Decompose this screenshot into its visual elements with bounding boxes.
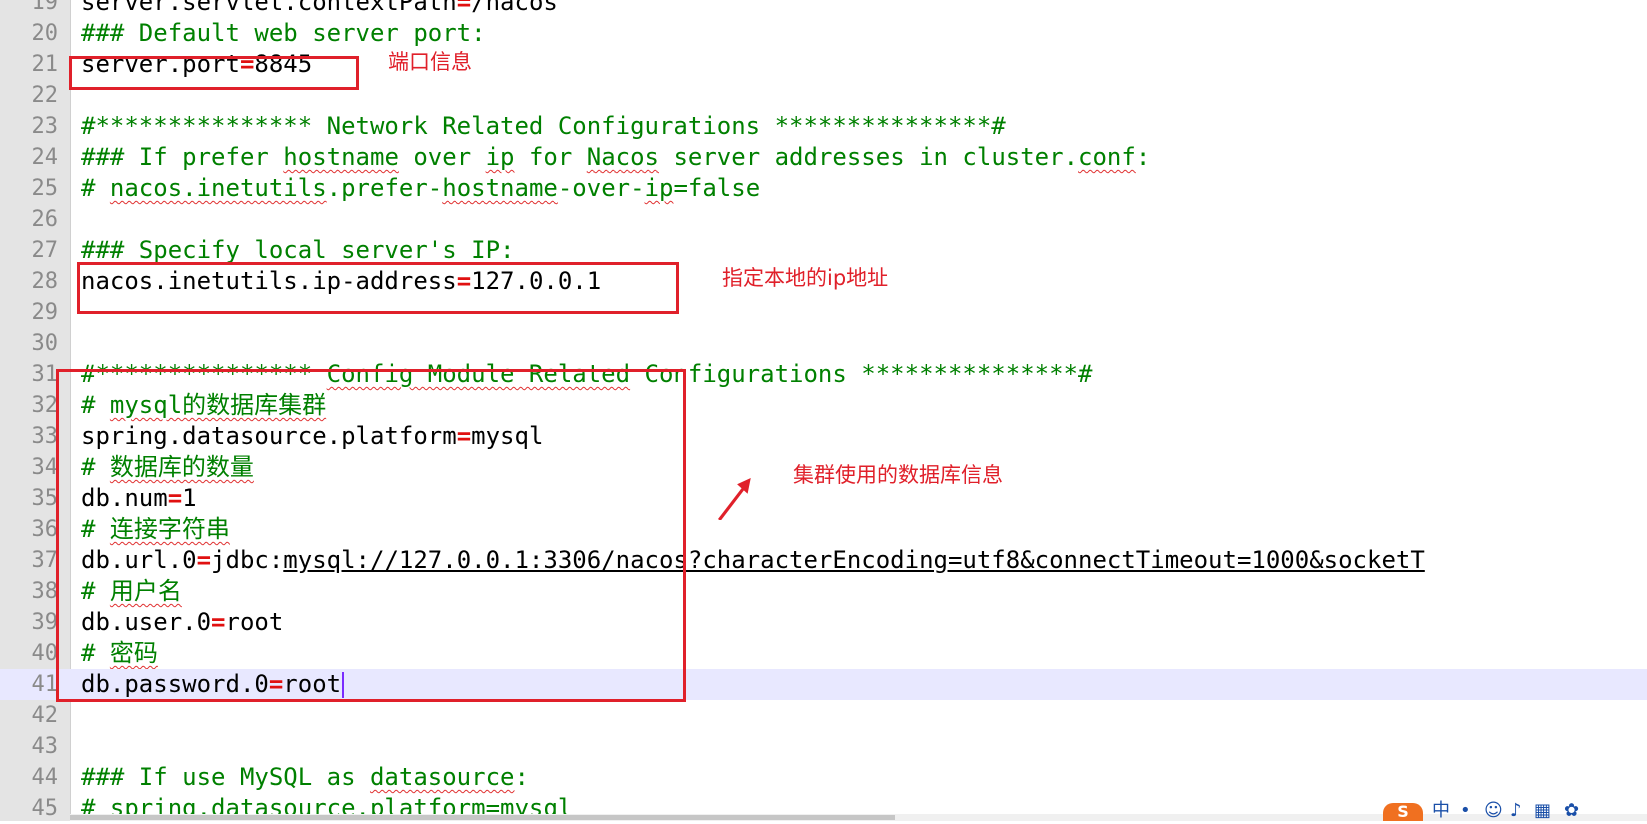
code-line[interactable]: 25 # nacos.inetutils.prefer-hostname-over… — [0, 173, 1647, 204]
line-text: # nacos.inetutils.prefer-hostname-over-i… — [81, 173, 760, 204]
code-token: : — [514, 763, 529, 791]
datasource-highlight-box — [56, 369, 686, 702]
code-token: for — [514, 143, 587, 171]
code-line[interactable]: 30 — [0, 328, 1647, 359]
line-number: 28 — [31, 269, 59, 294]
line-number: 24 — [31, 145, 59, 170]
code-line[interactable]: 44 ### If use MySQL as datasource: — [0, 762, 1647, 793]
line-number: 42 — [31, 703, 59, 728]
code-token: ### Default web server port: — [81, 19, 486, 47]
code-token: # — [81, 174, 110, 202]
code-line[interactable]: 43 — [0, 731, 1647, 762]
line-number: 41 — [31, 672, 59, 697]
line-number: 36 — [31, 517, 59, 542]
cluster-db-note: 集群使用的数据库信息 — [793, 463, 1003, 487]
code-token: hostname — [283, 143, 399, 171]
code-line[interactable]: 23 #*************** Network Related Confi… — [0, 111, 1647, 142]
ip-highlight-box — [77, 262, 679, 314]
line-number: 37 — [31, 548, 59, 573]
code-line[interactable]: 20 ### Default web server port: — [0, 18, 1647, 49]
line-number: 34 — [31, 455, 59, 480]
code-token: ### If prefer — [81, 143, 284, 171]
code-token: server.servlet.contextPath — [81, 0, 457, 16]
annotation-arrow — [717, 478, 751, 520]
line-number: 31 — [31, 362, 59, 387]
line-number: 22 — [31, 83, 59, 108]
line-number: 20 — [31, 21, 59, 46]
arrow-shaft — [717, 483, 748, 520]
code-token: server addresses in cluster. — [659, 143, 1079, 171]
line-number: 39 — [31, 610, 59, 635]
line-number: 43 — [31, 734, 59, 759]
code-token: ip — [644, 174, 674, 202]
code-token: hostname — [442, 174, 558, 202]
code-token: datasource — [369, 763, 515, 791]
ime-toolbar[interactable]: S 中 • ☺ ♪ ▦ ✿ — [1380, 799, 1647, 821]
code-token: =false — [673, 174, 761, 202]
line-number: 21 — [31, 52, 59, 77]
code-token: conf — [1078, 143, 1136, 171]
line-number: 35 — [31, 486, 59, 511]
keyboard-icon[interactable]: ▦ — [1534, 801, 1551, 821]
code-token: /nacos — [471, 0, 558, 16]
line-text: #*************** Network Related Configu… — [81, 111, 1006, 142]
code-token: -over- — [557, 174, 645, 202]
line-number: 45 — [31, 796, 59, 821]
ip-note: 指定本地的ip地址 — [722, 266, 889, 290]
mic-icon[interactable]: ♪ — [1510, 801, 1522, 821]
port-note: 端口信息 — [388, 50, 472, 74]
line-number: 30 — [31, 331, 59, 356]
code-token: Configurations ***************# — [630, 360, 1093, 388]
code-line[interactable]: 24 ### If prefer hostname over ip for Nac… — [0, 142, 1647, 173]
code-line[interactable]: 42 — [0, 700, 1647, 731]
code-token: over — [398, 143, 486, 171]
sogou-ime-icon[interactable]: S — [1383, 803, 1423, 821]
line-text: ### If prefer hostname over ip for Nacos… — [81, 142, 1150, 173]
emoji-icon[interactable]: ☺ — [1484, 801, 1503, 821]
code-token: .prefer- — [326, 174, 443, 202]
line-number: 32 — [31, 393, 59, 418]
code-token: ### Specify local server's IP: — [81, 236, 515, 264]
code-token: Nacos — [586, 143, 659, 171]
line-text: ### Default web server port: — [81, 18, 486, 49]
code-token: = — [456, 0, 472, 16]
code-line[interactable]: 19 server.servlet.contextPath=/nacos — [0, 0, 1647, 18]
line-number: 40 — [31, 641, 59, 666]
skin-icon[interactable]: ✿ — [1564, 801, 1579, 821]
line-number: 38 — [31, 579, 59, 604]
lang-indicator[interactable]: 中 — [1432, 801, 1450, 821]
line-text: ### If use MySQL as datasource: — [81, 762, 529, 793]
code-line[interactable]: 26 — [0, 204, 1647, 235]
code-token: ip — [485, 143, 515, 171]
scrollbar-thumb[interactable] — [70, 815, 895, 820]
code-token: #*************** Network Related Configu… — [81, 112, 1006, 140]
punctuation-icon[interactable]: • — [1460, 801, 1471, 821]
code-token: nacos.inetutils — [109, 174, 327, 202]
line-number: 27 — [31, 238, 59, 263]
line-number: 29 — [31, 300, 59, 325]
line-number: 25 — [31, 176, 59, 201]
line-number: 23 — [31, 114, 59, 139]
port-highlight-box — [69, 56, 359, 90]
line-number: 26 — [31, 207, 59, 232]
line-text: server.servlet.contextPath=/nacos — [81, 0, 558, 18]
line-number: 19 — [31, 0, 59, 15]
code-token: : — [1135, 143, 1151, 171]
line-number: 33 — [31, 424, 59, 449]
code-token: ### If use MySQL as — [81, 763, 370, 791]
line-number: 44 — [31, 765, 59, 790]
